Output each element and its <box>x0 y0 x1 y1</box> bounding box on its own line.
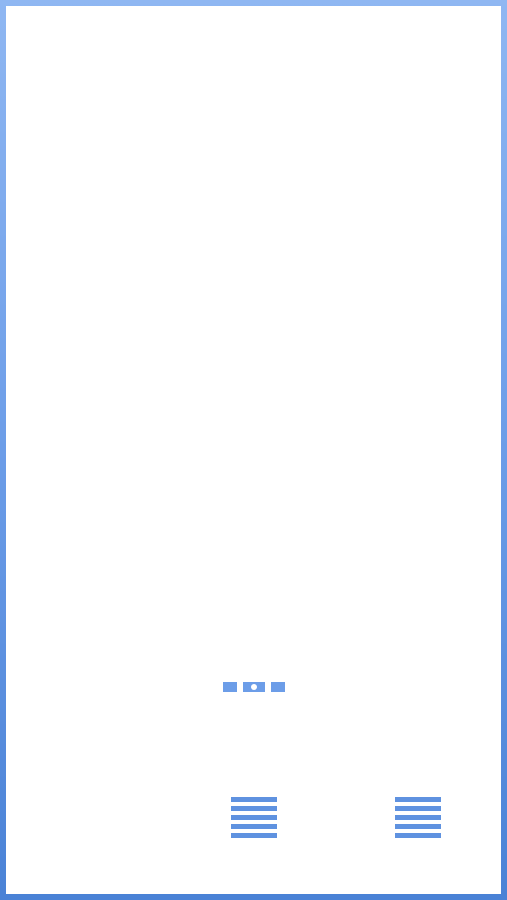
tile-frustum-cone-triangular[interactable]: Frustum Cone Triangular <box>173 135 334 258</box>
tile-tee-hole-cut-out[interactable]: Tee Hole Cut Out <box>173 515 334 638</box>
tile-disclaimer[interactable]: Disclaimer <box>337 768 498 891</box>
tile-level[interactable]: Level <box>173 641 334 764</box>
tile-diameter[interactable]: Diameter <box>173 388 334 511</box>
tile-inclined-tee[interactable]: Inclined Tee <box>9 135 170 258</box>
tile-label: Standard Pipe Chart <box>194 856 313 871</box>
elbow-icon <box>373 14 463 94</box>
tile-label: Flat Back Cone <box>373 223 462 239</box>
tile-label: Oblique Cone <box>49 350 130 366</box>
tile-label: Trunnion Hole Cut Out <box>352 729 483 745</box>
tile-y-branch[interactable]: Y Branch <box>337 515 498 638</box>
tee-reducer-icon <box>45 646 135 726</box>
tile-label: Lobster Back <box>51 97 128 113</box>
tile-flat-back-cone[interactable]: Flat Back Cone <box>337 135 498 258</box>
tee-hole-cut-out-icon <box>209 520 299 600</box>
frustum-cone-icon <box>209 14 299 94</box>
tile-elbow[interactable]: Elbow <box>337 9 498 132</box>
dome-head-icon <box>45 393 135 473</box>
tile-label: Tee To Dome <box>51 603 128 619</box>
oblique-to-round-icon <box>373 267 463 347</box>
trunnion-icon <box>373 393 463 473</box>
flat-back-cone-icon <box>373 140 463 220</box>
tile-label: Disclaimer <box>387 856 448 871</box>
tile-label: Inclined Tee <box>54 223 125 239</box>
level-icon <box>209 646 299 726</box>
info-icon <box>45 773 135 853</box>
tile-label: Square To Round <box>203 350 304 366</box>
tile-label: Diameter <box>227 476 280 492</box>
tile-label: Elbow <box>399 97 436 113</box>
inclined-tee-icon <box>45 140 135 220</box>
diameter-icon <box>209 393 299 473</box>
tile-about[interactable]: About <box>9 768 170 891</box>
tile-label: Trunnion <box>392 476 443 492</box>
tile-label: Frustum Cone <box>212 97 295 113</box>
tee-to-dome-icon <box>45 520 135 600</box>
menu-grid: Lobster Back Frustum Cone Elbow Inclined… <box>6 6 501 894</box>
lobster-back-icon <box>45 14 135 94</box>
tile-dome-head[interactable]: Dome Head <box>9 388 170 511</box>
tile-trunnion[interactable]: Trunnion <box>337 388 498 511</box>
tile-square-to-round[interactable]: Square To Round <box>173 262 334 385</box>
document-icon <box>209 772 299 853</box>
tile-standard-pipe-chart[interactable]: Standard Pipe Chart <box>173 768 334 891</box>
square-to-round-icon <box>209 267 299 347</box>
frustum-cone-triangular-icon <box>209 140 299 220</box>
trunnion-hole-cut-out-icon <box>373 646 463 726</box>
document-icon <box>373 772 463 853</box>
oblique-cone-icon <box>45 267 135 347</box>
y-branch-icon <box>373 520 463 600</box>
tile-label: About <box>72 856 107 871</box>
tile-oblique-cone[interactable]: Oblique Cone <box>9 262 170 385</box>
tile-label: Y Branch <box>390 603 445 619</box>
tile-trunnion-hole-cut-out[interactable]: Trunnion Hole Cut Out <box>337 641 498 764</box>
tile-label: Dome Head <box>54 476 125 492</box>
tile-label: Frustum Cone Triangular <box>181 223 326 239</box>
tile-label: Tee Reducer <box>52 729 127 745</box>
tile-frustum-cone[interactable]: Frustum Cone <box>173 9 334 132</box>
tile-oblique-to-round[interactable]: Oblilique To Round <box>337 262 498 385</box>
tile-lobster-back[interactable]: Lobster Back <box>9 9 170 132</box>
tile-label: Level <box>237 729 270 745</box>
tile-tee-to-dome[interactable]: Tee To Dome <box>9 515 170 638</box>
tile-label: Tee Hole Cut Out <box>203 603 304 619</box>
tile-tee-reducer[interactable]: Tee Reducer <box>9 641 170 764</box>
tile-label: Oblilique To Round <box>362 350 473 366</box>
